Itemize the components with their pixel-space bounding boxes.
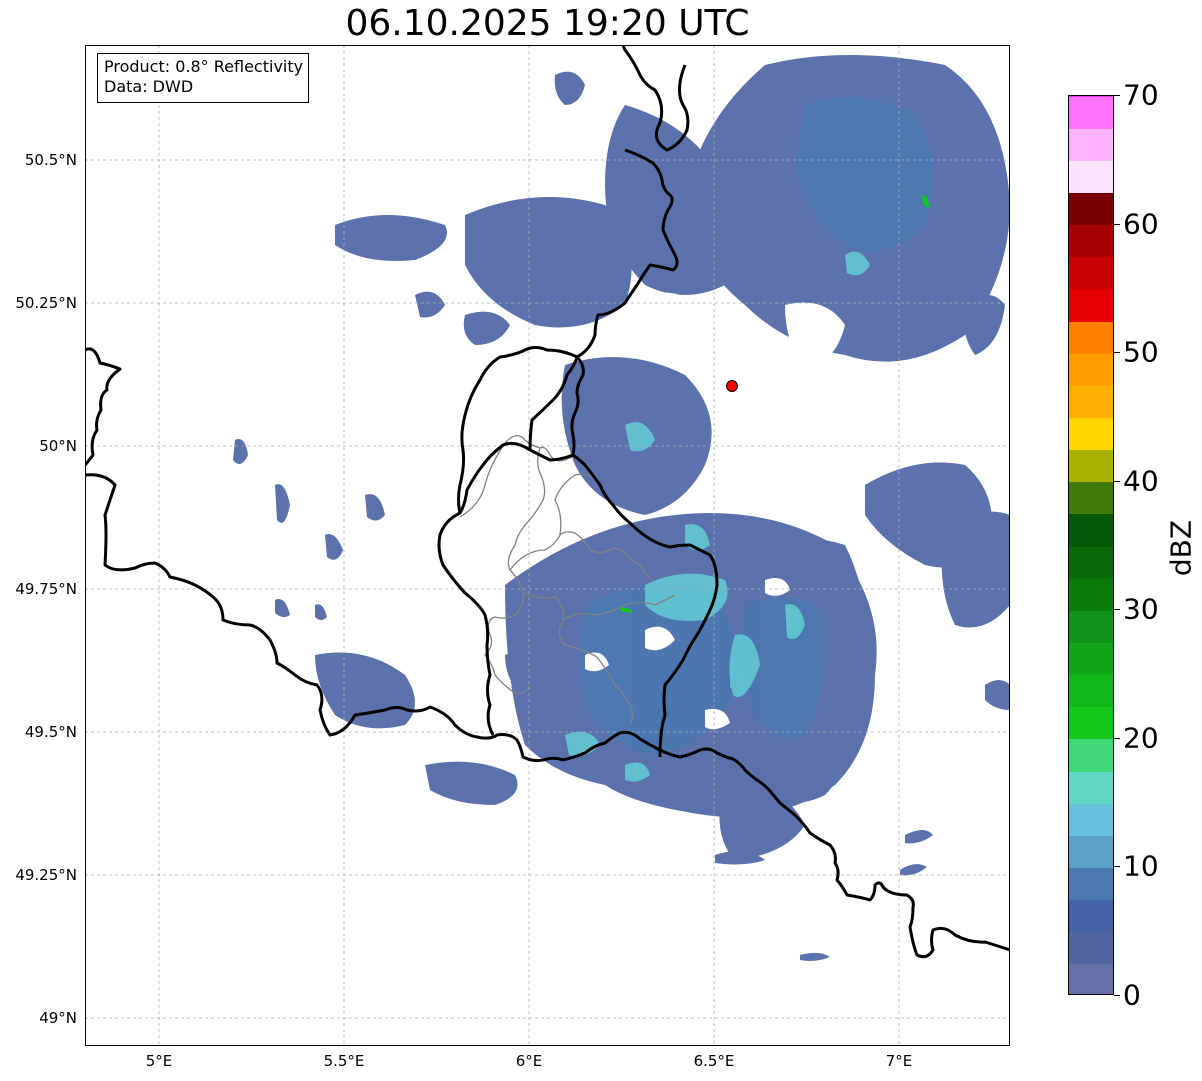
colorbar-segment <box>1069 128 1113 161</box>
colorbar-tick <box>1114 995 1120 996</box>
colorbar-segment <box>1069 321 1113 354</box>
colorbar-segment <box>1069 674 1113 708</box>
map-title: 06.10.2025 19:20 UTC <box>345 3 750 44</box>
colorbar-tick-label: 20 <box>1123 721 1159 755</box>
map-canvas <box>85 45 1010 1046</box>
radar-map[interactable] <box>85 45 1010 1046</box>
colorbar-tick <box>1114 609 1120 610</box>
product-info-box: Product: 0.8° Reflectivity Data: DWD <box>97 53 310 103</box>
colorbar-segment <box>1069 160 1113 194</box>
lat-tick-label: 49.25°N <box>15 866 77 884</box>
lat-tick-label: 50.25°N <box>15 294 77 312</box>
colorbar-segment <box>1069 803 1113 836</box>
lon-tick-label: 6°E <box>515 1052 543 1070</box>
colorbar-segment <box>1069 353 1113 386</box>
colorbar-tick-label: 60 <box>1123 207 1159 241</box>
colorbar-tick-label: 70 <box>1123 78 1159 112</box>
colorbar-tick-label: 30 <box>1123 592 1159 626</box>
lat-tick-label: 49.5°N <box>24 723 77 741</box>
colorbar-tick-label: 50 <box>1123 335 1159 369</box>
product-label: Product: 0.8° Reflectivity <box>104 57 304 76</box>
lon-tick-label: 7°E <box>885 1052 913 1070</box>
colorbar-segment <box>1069 224 1113 258</box>
colorbar-tick <box>1114 866 1120 867</box>
colorbar-segment <box>1069 835 1113 869</box>
colorbar-segment <box>1069 192 1113 226</box>
lon-tick-label: 5.5°E <box>323 1052 365 1070</box>
colorbar-unit-label: dBZ <box>1164 519 1198 577</box>
colorbar-tick <box>1114 352 1120 353</box>
lat-tick-label: 49°N <box>39 1009 77 1027</box>
colorbar-tick-label: 0 <box>1123 978 1141 1012</box>
colorbar-segment <box>1069 288 1113 322</box>
colorbar-segment <box>1069 385 1113 419</box>
colorbar-segment <box>1069 417 1113 451</box>
radar-site-marker[interactable] <box>726 380 738 392</box>
colorbar-segment <box>1069 706 1113 740</box>
colorbar-segment <box>1069 578 1113 611</box>
colorbar-tick-label: 10 <box>1123 849 1159 883</box>
colorbar <box>1068 95 1114 995</box>
lat-tick-label: 50.5°N <box>24 151 77 169</box>
colorbar-segment <box>1069 513 1113 547</box>
data-source-label: Data: DWD <box>104 77 194 96</box>
colorbar-segment <box>1069 546 1113 579</box>
colorbar-segment <box>1069 96 1113 97</box>
lon-tick-label: 5°E <box>145 1052 173 1070</box>
colorbar-tick <box>1114 481 1120 482</box>
colorbar-tick <box>1114 738 1120 739</box>
colorbar-segment <box>1069 899 1113 933</box>
colorbar-segment <box>1069 931 1113 965</box>
colorbar-segment <box>1069 256 1113 290</box>
lon-tick-label: 6.5°E <box>693 1052 735 1070</box>
lat-tick-label: 50°N <box>39 437 77 455</box>
colorbar-segment <box>1069 963 1113 994</box>
colorbar-segment <box>1069 738 1113 772</box>
colorbar-segment <box>1069 449 1113 483</box>
colorbar-segment <box>1069 642 1113 676</box>
colorbar-segment <box>1069 867 1113 901</box>
colorbar-segment <box>1069 771 1113 804</box>
colorbar-segment <box>1069 481 1113 515</box>
colorbar-segment <box>1069 96 1113 129</box>
colorbar-tick-label: 40 <box>1123 464 1159 498</box>
colorbar-tick <box>1114 95 1120 96</box>
lat-tick-label: 49.75°N <box>15 580 77 598</box>
colorbar-segment <box>1069 610 1113 644</box>
colorbar-tick <box>1114 224 1120 225</box>
